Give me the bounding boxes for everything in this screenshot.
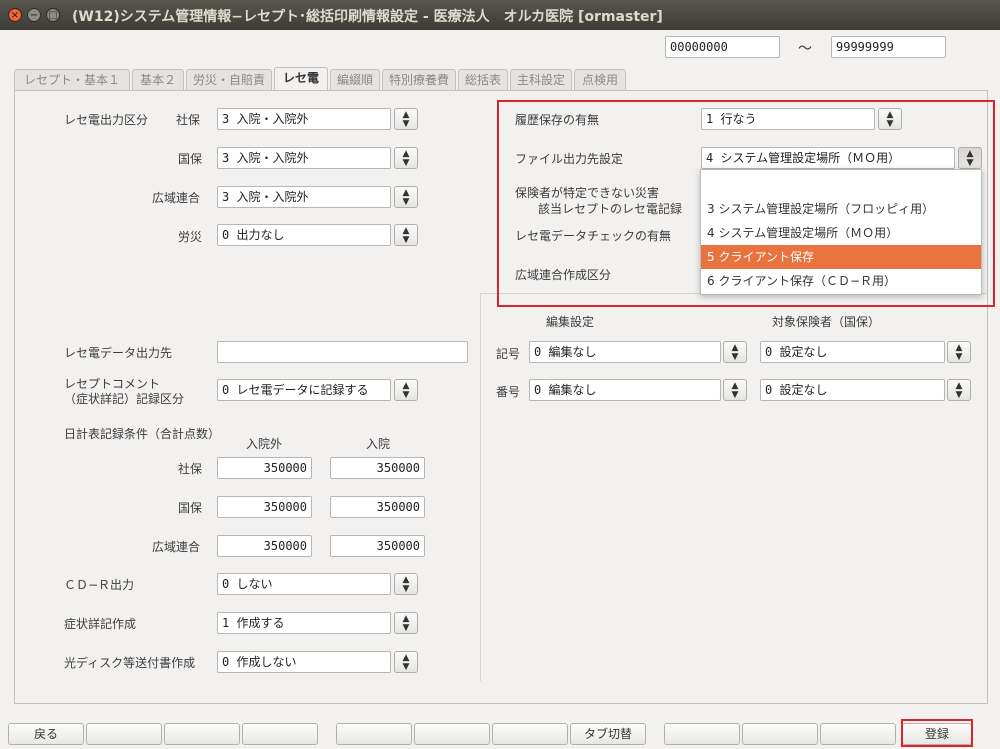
tab-summary[interactable]: 総括表	[458, 69, 508, 91]
tab-receipt-basic1[interactable]: レセプト・基本１	[14, 69, 130, 91]
koiki-spin-button[interactable]: ▲ ▼	[394, 186, 418, 208]
daily-koiki-label: 広域連合	[152, 540, 201, 554]
koiki-create-label: 広域連合作成区分	[515, 268, 612, 282]
tab-main-dept[interactable]: 主科設定	[510, 69, 572, 91]
file-dest-spin-button[interactable]: ▲ ▼	[958, 147, 982, 169]
comment-record-field[interactable]: 0 レセ電データに記録する	[217, 379, 391, 401]
rosai-output-field[interactable]: 0 出力なし	[217, 224, 391, 246]
bango-target-spin-button[interactable]: ▲ ▼	[947, 379, 971, 401]
daily-shaho-label: 社保	[178, 462, 203, 476]
tab-basic2[interactable]: 基本２	[132, 69, 184, 91]
comment-label-line2: （症状詳記）記録区分	[64, 392, 185, 406]
cdr-output-field[interactable]: 0 しない	[217, 573, 391, 595]
range-separator: 〜	[798, 41, 812, 57]
tab-rosai-jibai[interactable]: 労災・自賠責	[186, 69, 272, 91]
function-button-6[interactable]	[414, 723, 490, 745]
bango-target-field[interactable]: 0 設定なし	[760, 379, 945, 401]
koiki-output-field[interactable]: 3 入院・入院外	[217, 186, 391, 208]
daily-kokuho-label: 国保	[178, 501, 203, 515]
register-highlight-box	[901, 719, 973, 747]
col-inpatient-header: 入院	[366, 437, 391, 451]
back-button[interactable]: 戻る	[8, 723, 84, 745]
bango-edit-field[interactable]: 0 編集なし	[529, 379, 721, 401]
kokuho-spin-button[interactable]: ▲ ▼	[394, 147, 418, 169]
disaster-label-line1: 保険者が特定できない災害	[515, 186, 660, 200]
file-dest-label: ファイル出力先設定	[515, 152, 624, 166]
dropdown-option[interactable]: 3 システム管理設定場所（フロッピィ用）	[701, 197, 981, 221]
disaster-label-line2: 該当レセプトのレセ電記録	[538, 202, 683, 216]
kokuho-label: 国保	[178, 152, 203, 166]
title-bar: × − □ (W12)システム管理情報−レセプト･総括印刷情報設定 - 医療法人…	[0, 0, 1000, 30]
section-divider	[480, 293, 481, 681]
shaho-label: 社保	[176, 113, 201, 127]
history-save-field[interactable]: 1 行なう	[701, 108, 875, 130]
datacheck-label: レセ電データチェックの有無	[515, 229, 672, 243]
cdr-spin-button[interactable]: ▲ ▼	[394, 573, 418, 595]
target-insurer-header: 対象保険者（国保）	[772, 315, 881, 329]
tab-hentei-order[interactable]: 編綴順	[330, 69, 380, 91]
close-window-button[interactable]: ×	[8, 8, 22, 22]
daily-koiki-outpatient-input[interactable]: 350000	[217, 535, 312, 557]
koiki-label: 広域連合	[152, 191, 201, 205]
symptom-create-field[interactable]: 1 作成する	[217, 612, 391, 634]
function-button-2[interactable]	[86, 723, 162, 745]
window-title: (W12)システム管理情報−レセプト･総括印刷情報設定 - 医療法人 オルカ医院…	[72, 9, 663, 25]
range-from-input[interactable]: 00000000	[665, 36, 780, 58]
range-to-input[interactable]: 99999999	[831, 36, 946, 58]
minimize-window-button[interactable]: −	[27, 8, 41, 22]
daily-shaho-inpatient-input[interactable]: 350000	[330, 457, 425, 479]
kigo-target-field[interactable]: 0 設定なし	[760, 341, 945, 363]
kigo-edit-spin-button[interactable]: ▲ ▼	[723, 341, 747, 363]
kokuho-output-field[interactable]: 3 入院・入院外	[217, 147, 391, 169]
daily-kokuho-inpatient-input[interactable]: 350000	[330, 496, 425, 518]
data-dest-input[interactable]	[217, 341, 468, 363]
daily-kokuho-outpatient-input[interactable]: 350000	[217, 496, 312, 518]
disk-letter-field[interactable]: 0 作成しない	[217, 651, 391, 673]
tab-special-medical[interactable]: 特別療養費	[382, 69, 456, 91]
data-dest-label: レセ電データ出力先	[64, 346, 173, 360]
bango-edit-spin-button[interactable]: ▲ ▼	[723, 379, 747, 401]
daily-shaho-outpatient-input[interactable]: 350000	[217, 457, 312, 479]
tab-inspection[interactable]: 点検用	[574, 69, 626, 91]
kigo-edit-field[interactable]: 0 編集なし	[529, 341, 721, 363]
function-button-9[interactable]	[664, 723, 740, 745]
dropdown-option-selected[interactable]: 5 クライアント保存	[701, 245, 981, 269]
dropdown-option[interactable]: 6 クライアント保存（ＣＤ−Ｒ用）	[701, 269, 981, 293]
bango-label: 番号	[496, 385, 521, 399]
function-button-3[interactable]	[164, 723, 240, 745]
rosai-spin-button[interactable]: ▲ ▼	[394, 224, 418, 246]
file-dest-dropdown-list: 3 システム管理設定場所（フロッピィ用） 4 システム管理設定場所（ＭＯ用） 5…	[700, 169, 982, 295]
rece-output-label: レセ電出力区分	[64, 113, 149, 127]
function-button-10[interactable]	[742, 723, 818, 745]
shaho-output-field[interactable]: 3 入院・入院外	[217, 108, 391, 130]
tab-rece-den[interactable]: レセ電	[274, 67, 328, 91]
disk-letter-spin-button[interactable]: ▲ ▼	[394, 651, 418, 673]
dropdown-option[interactable]: 4 システム管理設定場所（ＭＯ用）	[701, 221, 981, 245]
comment-spin-button[interactable]: ▲ ▼	[394, 379, 418, 401]
rosai-label: 労災	[178, 230, 203, 244]
kigo-label: 記号	[496, 347, 521, 361]
function-button-11[interactable]	[820, 723, 896, 745]
daily-condition-label: 日計表記録条件（合計点数）	[64, 427, 221, 441]
col-outpatient-header: 入院外	[246, 437, 283, 451]
daily-koiki-inpatient-input[interactable]: 350000	[330, 535, 425, 557]
function-button-4[interactable]	[242, 723, 318, 745]
function-button-5[interactable]	[336, 723, 412, 745]
history-save-label: 履歴保存の有無	[515, 113, 600, 127]
symptom-create-label: 症状詳記作成	[64, 617, 137, 631]
cdr-output-label: ＣＤ−Ｒ出力	[64, 578, 135, 592]
tab-switch-button[interactable]: タブ切替	[570, 723, 646, 745]
shaho-spin-button[interactable]: ▲ ▼	[394, 108, 418, 130]
symptom-spin-button[interactable]: ▲ ▼	[394, 612, 418, 634]
function-button-7[interactable]	[492, 723, 568, 745]
disk-letter-label: 光ディスク等送付書作成	[64, 656, 196, 670]
maximize-window-button[interactable]: □	[46, 8, 60, 22]
history-spin-button[interactable]: ▲ ▼	[878, 108, 902, 130]
kigo-target-spin-button[interactable]: ▲ ▼	[947, 341, 971, 363]
edit-setting-header: 編集設定	[546, 315, 595, 329]
file-dest-field[interactable]: 4 システム管理設定場所（ＭＯ用）	[701, 147, 955, 169]
